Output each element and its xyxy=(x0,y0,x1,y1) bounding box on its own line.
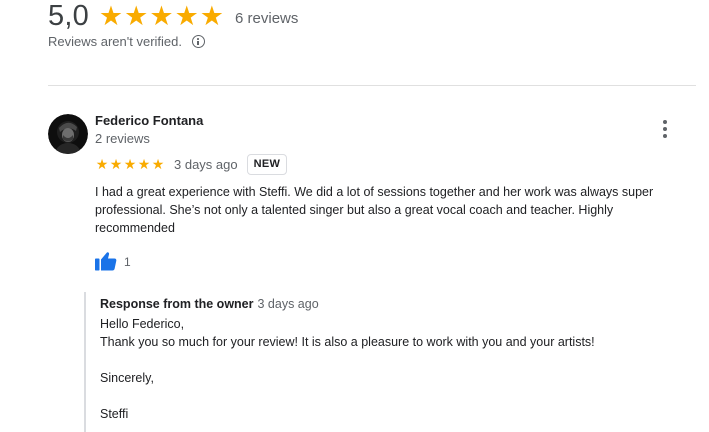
star-icon: ★ xyxy=(151,156,165,172)
review-stars: ★ ★ ★ ★ ★ xyxy=(95,156,165,172)
star-icon: ★ xyxy=(109,156,123,172)
rating-summary: 5,0 ★ ★ ★ ★ ★ 6 reviews xyxy=(48,0,298,32)
thumb-up-icon xyxy=(95,252,117,271)
owner-response-line: Sincerely, xyxy=(100,371,154,385)
divider xyxy=(48,85,696,86)
like-button[interactable] xyxy=(95,251,117,271)
avatar[interactable] xyxy=(48,114,88,154)
review-time: 3 days ago xyxy=(174,156,238,172)
owner-response-header: Response from the owner 3 days ago xyxy=(100,297,319,311)
star-icon: ★ xyxy=(123,156,137,172)
star-icon: ★ xyxy=(98,1,124,31)
star-icon: ★ xyxy=(199,1,225,31)
reviewer-name[interactable]: Federico Fontana xyxy=(95,113,203,128)
owner-response-title: Response from the owner xyxy=(100,297,254,311)
average-stars: ★ ★ ★ ★ ★ xyxy=(99,2,224,30)
owner-response: Response from the owner 3 days ago Hello … xyxy=(84,292,686,432)
more-options-button[interactable] xyxy=(656,117,674,141)
verification-note: Reviews aren't verified. xyxy=(48,34,205,49)
new-badge: NEW xyxy=(246,153,288,175)
owner-response-line: Steffi xyxy=(100,407,129,421)
review-rating-row: ★ ★ ★ ★ ★ 3 days ago NEW xyxy=(95,153,288,175)
star-icon: ★ xyxy=(95,156,109,172)
verification-note-text: Reviews aren't verified. xyxy=(48,34,182,49)
like-row: 1 xyxy=(95,250,131,272)
average-rating: 5,0 xyxy=(48,0,89,32)
owner-response-line: Thank you so much for your review! It is… xyxy=(100,335,595,349)
review-count-link[interactable]: 6 reviews xyxy=(235,6,298,27)
star-icon: ★ xyxy=(124,1,149,31)
star-icon: ★ xyxy=(174,1,199,31)
owner-response-line: Hello Federico, xyxy=(100,317,185,331)
more-vert-icon xyxy=(663,120,667,124)
reviewer-review-count: 2 reviews xyxy=(95,131,150,146)
like-count: 1 xyxy=(124,255,131,269)
review-text: I had a great experience with Steffi. We… xyxy=(95,185,654,235)
star-icon: ★ xyxy=(149,1,174,31)
info-icon[interactable] xyxy=(191,35,205,48)
star-icon: ★ xyxy=(137,156,151,172)
owner-response-time: 3 days ago xyxy=(257,297,319,311)
